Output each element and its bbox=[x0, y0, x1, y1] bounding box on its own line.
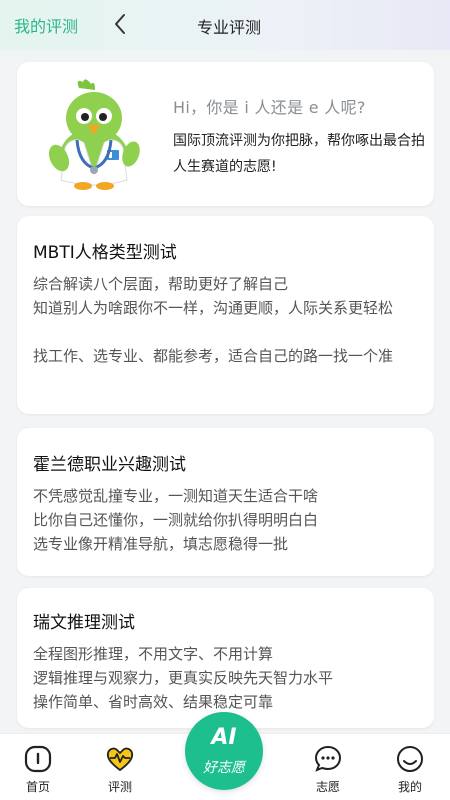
page-title: 专业评测 bbox=[196, 18, 261, 37]
home-icon bbox=[24, 745, 52, 773]
tab-label: 评测 bbox=[107, 780, 132, 794]
ai-button-title: AI bbox=[211, 725, 237, 750]
test-desc-line: 选专业像开精准导航，填志愿稳得一批 bbox=[33, 535, 289, 553]
test-desc-line: 逻辑推理与观察力，更真实反映先天智力水平 bbox=[33, 669, 334, 687]
tab-home[interactable]: 首页 bbox=[8, 734, 68, 800]
intro-description: 国际顶流评测为你把脉，帮你啄出最合拍人生赛道的志愿! bbox=[173, 133, 425, 175]
tab-volunteer[interactable]: 志愿 bbox=[298, 734, 358, 800]
test-desc-line: 操作简单、省时高效、结果稳定可靠 bbox=[33, 693, 274, 711]
test-desc-line: 知道别人为啥跟你不一样，沟通更顺，人际关系更轻松 bbox=[33, 299, 394, 317]
test-desc-line: 综合解读八个层面，帮助更好了解自己 bbox=[33, 275, 289, 293]
tab-label: 我的 bbox=[397, 780, 422, 794]
top-bar: 我的评测 专业评测 bbox=[0, 0, 450, 50]
test-desc-line: 找工作、选专业、都能参考，适合自己的路一找一个准 bbox=[33, 347, 394, 365]
test-title: MBTI人格类型测试 bbox=[33, 243, 177, 263]
tab-mine[interactable]: 我的 bbox=[380, 734, 440, 800]
tab-evaluation[interactable]: 评测 bbox=[90, 734, 150, 800]
smile-icon bbox=[397, 746, 423, 772]
mbti-test-card[interactable]: MBTI人格类型测试 综合解读八个层面，帮助更好了解自己 知道别人为啥跟你不一样… bbox=[17, 216, 434, 414]
intro-question: Hi，你是 i 人还是 e 人呢? bbox=[173, 98, 366, 117]
intro-card: Hi，你是 i 人还是 e 人呢? 国际顶流评测为你把脉，帮你啄出最合拍人生赛道… bbox=[17, 62, 434, 206]
test-desc-line: 不凭感觉乱撞专业，一测知道天生适合干啥 bbox=[33, 487, 319, 505]
raven-test-card[interactable]: 瑞文推理测试 全程图形推理，不用文字、不用计算 逻辑推理与观察力，更真实反映先天… bbox=[17, 588, 434, 728]
heartbeat-icon bbox=[106, 747, 134, 772]
tab-label: 首页 bbox=[25, 780, 50, 794]
test-desc-line: 比你自己还懂你，一测就给你扒得明明白白 bbox=[33, 511, 319, 529]
test-desc-line: 全程图形推理，不用文字、不用计算 bbox=[33, 645, 274, 663]
ai-button-subtitle: 好志愿 bbox=[203, 760, 245, 776]
ai-volunteer-button[interactable]: AI 好志愿 bbox=[185, 712, 263, 790]
bird-doctor-mascot-icon bbox=[48, 79, 140, 190]
holland-test-card[interactable]: 霍兰德职业兴趣测试 不凭感觉乱撞专业，一测知道天生适合干啥 比你自己还懂你，一测… bbox=[17, 428, 434, 576]
tab-label: 志愿 bbox=[315, 780, 340, 794]
test-title: 瑞文推理测试 bbox=[33, 613, 135, 633]
chat-icon bbox=[314, 745, 342, 772]
test-title: 霍兰德职业兴趣测试 bbox=[33, 455, 186, 475]
